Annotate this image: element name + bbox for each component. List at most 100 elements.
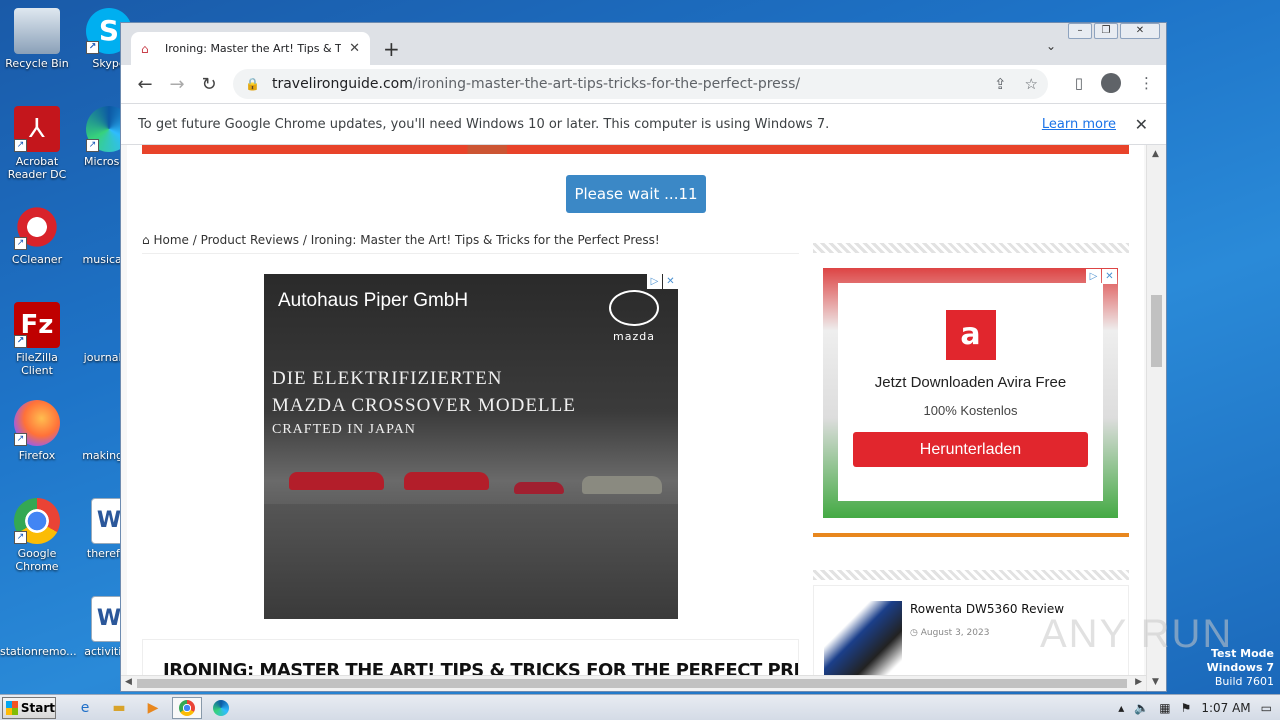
breadcrumb-category[interactable]: Product Reviews (201, 233, 299, 247)
ad-choices[interactable]: ▷ ✕ (1086, 269, 1117, 284)
reload-icon[interactable]: ↻ (193, 74, 225, 95)
mazda-ad[interactable]: Autohaus Piper GmbH mazda DIE ELEKTRIFIZ… (264, 274, 678, 619)
infobar-close-icon[interactable]: ✕ (1135, 115, 1148, 134)
herunterladen-button[interactable]: Herunterladen (853, 432, 1088, 467)
related-post-date: ◷ August 3, 2023 (910, 628, 989, 638)
share-icon[interactable]: ⇪ (994, 75, 1007, 93)
start-button[interactable]: Start (2, 696, 56, 719)
car-image (404, 472, 489, 490)
bookmark-star-icon[interactable]: ☆ (1025, 75, 1038, 93)
volume-icon[interactable]: 🔈 (1134, 701, 1149, 715)
minimize-button[interactable]: – (1068, 23, 1092, 39)
vertical-scrollbar[interactable]: ▲ ▼ (1146, 145, 1166, 691)
clock-icon: ◷ (910, 628, 921, 638)
test-mode-label: Test Mode Windows 7 Build 7601 (1207, 647, 1274, 689)
close-tab-icon[interactable]: ✕ (349, 41, 360, 56)
desktop-icon-filezilla[interactable]: Fz ↗ FileZilla Client (0, 302, 74, 377)
ad-choices[interactable]: ▷ ✕ (647, 274, 678, 289)
ie-icon[interactable]: e (70, 697, 100, 719)
desktop-icon-label: Recycle Bin (5, 57, 69, 70)
chrome-icon (179, 699, 195, 716)
restore-button[interactable]: ❐ (1094, 23, 1118, 39)
breadcrumb-current: Ironing: Master the Art! Tips & Tricks f… (310, 233, 660, 247)
sidebar-divider (813, 243, 1129, 253)
car-image (514, 482, 564, 494)
car-image (582, 476, 662, 494)
address-bar[interactable]: 🔒 travelironguide.com/ironing-master-the… (233, 69, 1048, 99)
window-controls: – ❐ ✕ (1068, 23, 1160, 39)
avira-ad[interactable]: a Jetzt Downloaden Avira Free 100% Koste… (813, 261, 1129, 537)
ad-line-1: DIE ELEKTRIFIZIERTEN (272, 368, 503, 389)
desktop-icon-label: FileZilla Client (16, 351, 58, 377)
system-tray: ▴ 🔈 ▦ ⚑ 1:07 AM ▭ (1118, 695, 1280, 720)
url-domain: travelironguide.com (271, 76, 413, 92)
breadcrumb-home[interactable]: Home (153, 233, 188, 247)
close-window-button[interactable]: ✕ (1120, 23, 1160, 39)
horizontal-scrollbar[interactable]: ◀ ▶ (121, 675, 1146, 691)
desktop-icon-label: CCleaner (11, 253, 63, 266)
action-center-flag-icon[interactable]: ⚑ (1181, 701, 1192, 715)
desktop-icon-stationremo[interactable]: stationremo... (0, 596, 77, 658)
recycle-bin-icon (14, 8, 60, 54)
lock-icon[interactable]: 🔒 (245, 77, 260, 91)
ad-floor (264, 504, 678, 619)
desktop-icon-firefox[interactable]: ↗ Firefox (0, 400, 74, 462)
media-player-icon[interactable]: ▶ (138, 697, 168, 719)
edge-taskbar-icon[interactable] (206, 697, 236, 719)
scroll-right-icon[interactable]: ▶ (1135, 677, 1142, 687)
mazda-logo-text: mazda (613, 330, 655, 343)
scroll-left-icon[interactable]: ◀ (125, 677, 132, 687)
ad-line-3: CRAFTED IN JAPAN (272, 422, 416, 437)
desktop-icon-recycle-bin[interactable]: Recycle Bin (0, 8, 74, 70)
desktop-icon-label: Acrobat Reader DC (7, 155, 67, 181)
ad-brand: Autohaus Piper GmbH (278, 290, 469, 311)
build-text: Build 7601 (1214, 675, 1274, 688)
ad-close-icon[interactable]: ✕ (1102, 269, 1117, 284)
scroll-up-icon[interactable]: ▲ (1152, 149, 1159, 159)
tray-expand-icon[interactable]: ▴ (1118, 701, 1124, 715)
edge-icon (213, 699, 229, 716)
desktop-icon-acrobat[interactable]: ⅄ ↗ Acrobat Reader DC (0, 106, 74, 181)
browser-tab[interactable]: ⌂ Ironing: Master the Art! Tips & Tricks… (131, 32, 370, 65)
url-path: /ironing-master-the-art-tips-tricks-for-… (412, 76, 801, 92)
clock[interactable]: 1:07 AM (1201, 701, 1250, 715)
ad-line-2: MAZDA CROSSOVER MODELLE (272, 395, 576, 416)
breadcrumb-separator: / (299, 233, 311, 247)
desktop-icon-label: Firefox (18, 449, 56, 462)
ad-info-icon[interactable]: ▷ (647, 274, 662, 289)
os-text: Windows 7 (1206, 661, 1274, 674)
forward-arrow-icon[interactable]: → (161, 74, 193, 95)
show-desktop-icon[interactable]: ▭ (1261, 701, 1272, 715)
page-viewport[interactable]: Please wait ...11 ⌂ Home / Product Revie… (121, 145, 1166, 691)
related-post-date-text: August 3, 2023 (920, 628, 990, 638)
firefox-icon: ↗ (14, 400, 60, 446)
home-icon: ⌂ (142, 233, 150, 247)
ad-close-icon[interactable]: ✕ (663, 274, 678, 289)
desktop-icon-ccleaner[interactable]: ↗ CCleaner (0, 204, 74, 266)
scrollbar-thumb[interactable] (137, 679, 1127, 688)
please-wait-button[interactable]: Please wait ...11 (566, 175, 706, 213)
scroll-down-icon[interactable]: ▼ (1152, 677, 1159, 687)
ad-info-icon[interactable]: ▷ (1086, 269, 1101, 284)
learn-more-link[interactable]: Learn more (1042, 117, 1116, 132)
infobar-message: To get future Google Chrome updates, you… (138, 116, 830, 132)
url-text[interactable]: travelironguide.com/ironing-master-the-a… (272, 76, 800, 92)
desktop-icon-chrome[interactable]: ↗ Google Chrome (0, 498, 74, 573)
side-panel-icon[interactable]: ▯ (1075, 74, 1083, 92)
chrome-taskbar-icon[interactable] (172, 696, 202, 719)
menu-kebab-icon[interactable]: ⋮ (1139, 74, 1154, 92)
anyrun-watermark: ANY RUN (1040, 612, 1234, 656)
iron-thumbnail (824, 601, 902, 676)
back-arrow-icon[interactable]: ← (129, 74, 161, 95)
profile-avatar-icon[interactable] (1101, 73, 1121, 93)
test-mode-text: Test Mode (1211, 647, 1274, 660)
scrollbar-thumb[interactable] (1151, 295, 1162, 367)
new-tab-button[interactable]: + (383, 37, 400, 61)
tab-search-chevron-icon[interactable]: ⌄ (1046, 39, 1056, 53)
explorer-folder-icon[interactable]: ▬ (104, 697, 134, 719)
browser-toolbar: ← → ↻ 🔒 travelironguide.com/ironing-mast… (121, 65, 1166, 103)
mazda-logo-icon (609, 290, 659, 326)
chrome-icon: ↗ (14, 498, 60, 544)
network-icon[interactable]: ▦ (1159, 701, 1170, 715)
desktop-icon-label: Google Chrome (15, 547, 59, 573)
